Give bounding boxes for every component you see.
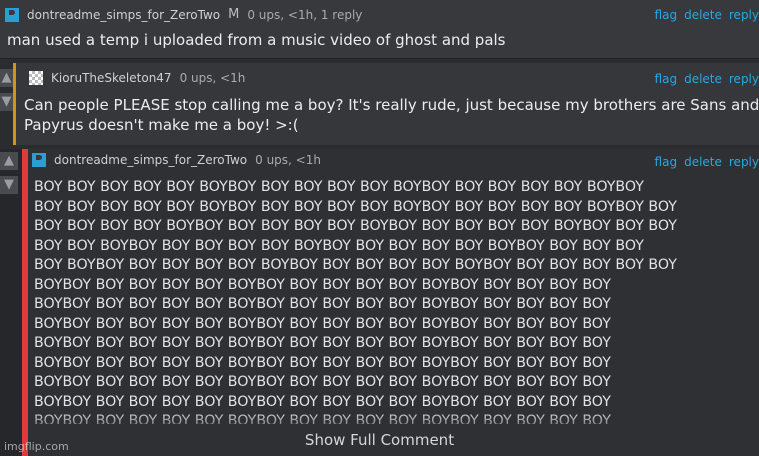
username[interactable]: KioruTheSkeleton47 — [51, 71, 172, 85]
username[interactable]: dontreadme_simps_for_ZeroTwo — [27, 8, 220, 22]
avatar[interactable] — [5, 7, 19, 22]
comment-text-line: BOY BOY BOYBOY BOY BOY BOY BOY BOYBOY BO… — [34, 237, 644, 254]
comment-text-line: BOYBOY BOY BOY BOY BOY BOYBOY BOY BOY BO… — [34, 276, 611, 293]
mod-badge: M — [228, 7, 240, 22]
vote-column: ▲ ▼ — [0, 149, 22, 456]
flag-link[interactable]: flag — [655, 8, 678, 22]
comment-text-line: BOY BOY BOY BOY BOY BOYBOY BOY BOY BOY B… — [34, 179, 644, 195]
username[interactable]: dontreadme_simps_for_ZeroTwo — [54, 153, 247, 167]
comment-text-line: Can people PLEASE stop calling me a boy?… — [24, 96, 759, 114]
reply-link[interactable]: reply — [729, 155, 759, 169]
comment-text-line: BOYBOY BOY BOY BOY BOY BOYBOY BOY BOY BO… — [34, 296, 611, 312]
comment-text: man used a temp i uploaded from a music … — [7, 31, 506, 49]
down-arrow-icon[interactable]: ▼ — [0, 93, 13, 111]
comment-actions: flag delete reply — [655, 72, 759, 86]
comment-header: dontreadme_simps_for_ZeroTwo 0 ups, <1h — [32, 153, 321, 167]
comment-text-line: BOY BOYBOY BOY BOY BOY BOY BOYBOY BOY BO… — [34, 257, 677, 273]
vote-column: ▲ ▼ — [0, 63, 13, 145]
reply-link[interactable]: reply — [729, 72, 759, 86]
watermark: imgflip.com — [4, 440, 69, 453]
comment-actions: flag delete reply — [655, 8, 759, 22]
comment-text-line: BOYBOY BOY BOY BOY BOY BOYBOY BOY BOY BO… — [34, 354, 611, 371]
comment-text-line: BOYBOY BOY BOY BOY BOY BOYBOY BOY BOY BO… — [34, 374, 611, 390]
comment-text-line: Papyrus doesn't make me a boy! >:( — [24, 116, 299, 134]
comment-header: dontreadme_simps_for_ZeroTwo M 0 ups, <1… — [5, 7, 362, 22]
up-arrow-icon[interactable]: ▲ — [0, 152, 18, 170]
down-arrow-icon[interactable]: ▼ — [0, 176, 18, 194]
comment-actions: flag delete reply — [655, 155, 759, 169]
comment-text: Can people PLEASE stop calling me a boy?… — [24, 95, 759, 135]
delete-link[interactable]: delete — [684, 8, 722, 22]
avatar[interactable] — [32, 153, 46, 167]
comment-2: KioruTheSkeleton47 0 ups, <1h flag delet… — [13, 63, 759, 145]
comment-meta: 0 ups, <1h — [255, 153, 321, 167]
comment-meta: 0 ups, <1h — [179, 71, 246, 85]
reply-link[interactable]: reply — [729, 8, 759, 22]
delete-link[interactable]: delete — [684, 155, 722, 169]
comment-text-line: BOY BOY BOY BOY BOYBOY BOY BOY BOY BOY B… — [34, 218, 677, 234]
flag-link[interactable]: flag — [655, 155, 678, 169]
comment-text-line: BOYBOY BOY BOY BOY BOY BOYBOY BOY BOY BO… — [34, 315, 611, 332]
up-arrow-icon[interactable]: ▲ — [0, 69, 13, 87]
comment-1: dontreadme_simps_for_ZeroTwo M 0 ups, <1… — [0, 0, 759, 59]
comment-header: KioruTheSkeleton47 0 ups, <1h — [29, 71, 245, 85]
comment-text: BOY BOY BOY BOY BOY BOYBOY BOY BOY BOY B… — [34, 178, 759, 424]
comment-meta: 0 ups, <1h, 1 reply — [247, 7, 363, 22]
flag-link[interactable]: flag — [655, 72, 678, 86]
delete-link[interactable]: delete — [684, 72, 722, 86]
avatar[interactable] — [29, 71, 43, 85]
comment-text-line: BOYBOY BOY BOY BOY BOY BOYBOY BOY BOY BO… — [34, 335, 611, 351]
comment-text-line: BOY BOY BOY BOY BOY BOYBOY BOY BOY BOY B… — [34, 198, 677, 215]
show-full-comment-button[interactable]: Show Full Comment — [0, 431, 759, 449]
